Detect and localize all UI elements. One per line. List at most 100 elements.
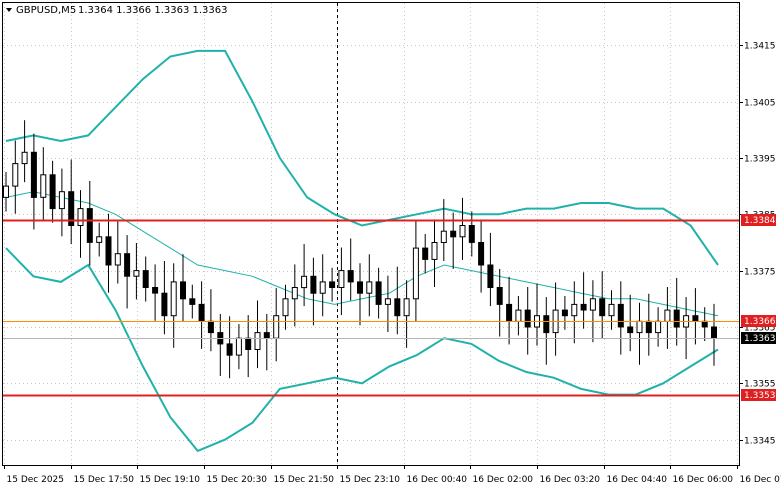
time-tick-label: 15 Dec 19:10 [140,475,201,485]
candle-body-bullish [21,151,28,165]
candle-body-bearish [226,343,233,356]
level-price-tag-label: 1.3353 [744,391,776,401]
candle-body-bearish [506,303,513,322]
price-tick-label: 1.3405 [744,99,776,109]
candle-body-bearish [245,337,252,351]
candle-body-bearish [580,303,587,311]
candle-body-bullish [431,242,438,260]
bid-price-tag-label: 1.3366 [744,317,776,327]
candle-body-bullish [515,309,522,322]
chart-ohlc-values: 1.3364 1.3366 1.3363 1.3363 [78,5,228,16]
candle-body-bearish [310,275,317,294]
candle-body-bullish [3,185,9,198]
candle-body-bearish [105,236,112,266]
price-tick-label: 1.3395 [744,155,776,165]
time-tick-label: 16 Dec 06:00 [673,475,734,485]
candle-body-bearish [86,208,93,243]
time-tick-label: 15 Dec 17:50 [74,475,135,485]
last-price-tag: 1.3363 [741,332,776,344]
candle-body-bullish [114,253,121,266]
candle-body-bearish [673,309,680,328]
candle-body-bearish [478,242,485,266]
candle-body-bearish [543,315,550,334]
candle-body-bearish [422,247,429,260]
candle-body-bullish [459,225,466,238]
candle-body-bullish [403,298,410,317]
candle-body-bullish [301,275,308,289]
candle-body-bearish [375,281,382,305]
candle-body-bearish [263,332,270,339]
candle-body-bearish [701,320,708,328]
candle-body-bullish [338,270,345,289]
chart-symbol-title: GBPUSD,M5 [16,5,76,16]
candle-body-bearish [30,151,37,198]
candle-body-bearish [357,281,363,294]
time-tick-label: 15 Dec 20:30 [207,475,268,485]
candle-body-bearish [189,298,196,305]
price-tick-label: 1.3415 [744,42,776,52]
candle-body-bearish [152,287,159,294]
candle-body-bearish [161,292,168,317]
price-tick-label: 1.3375 [744,268,776,278]
price-tick-label: 1.3355 [744,380,776,390]
candle-body-bullish [96,236,103,243]
time-tick-label: 16 Dec 07:20 [740,475,781,485]
candle-body-bearish [599,298,606,317]
price-tick-label: 1.3345 [744,437,776,447]
candle-body-bullish [235,337,242,356]
candle-body-bullish [282,298,289,317]
candle-body-bearish [180,281,186,300]
candle-body-bearish [617,303,624,328]
candle-body-bearish [49,174,56,210]
candle-body-bullish [40,174,47,198]
candle-body-bullish [77,208,84,227]
time-tick-label: 15 Dec 2025 [7,475,65,485]
candle-body-bearish [124,253,131,277]
last-price-tag-label: 1.3363 [744,334,776,344]
candle-body-bullish [571,303,578,317]
candle-body-bearish [142,270,149,289]
candle-body-bullish [636,320,643,334]
level-price-tag: 1.3353 [741,389,776,401]
candle-body-bearish [450,230,457,238]
candle-body-bullish [254,332,261,351]
candle-body-bearish [645,320,652,334]
candle-body-bullish [291,287,298,300]
candle-body-bullish [664,309,671,322]
candle-body-bearish [198,303,205,322]
candle-body-bearish [487,264,494,288]
time-tick-label: 15 Dec 23:10 [340,475,401,485]
candle-body-bullish [58,191,65,210]
price-axis-background [740,0,781,489]
candle-body-bearish [207,320,214,334]
candle-body-bullish [133,270,140,277]
candle-body-bullish [440,230,447,243]
candle-body-bearish [561,309,568,317]
candle-body-bearish [394,298,401,317]
time-tick-label: 16 Dec 04:40 [607,475,668,485]
candle-body-bullish [384,298,391,305]
candle-body-bearish [347,270,354,283]
time-tick-label: 16 Dec 03:20 [540,475,601,485]
candle-body-bullish [412,247,419,300]
candle-body-bearish [329,281,336,288]
candle-body-bearish [496,287,503,305]
candle-body-bearish [524,309,531,328]
candle-body-bullish [319,281,326,294]
level-price-tag-label: 1.3384 [744,216,776,226]
candle-body-bullish [366,281,373,294]
candle-body-bullish [170,281,177,317]
price-chart[interactable]: 1.34151.34051.33951.33851.33751.33651.33… [0,0,781,489]
bid-price-tag: 1.3366 [741,315,776,327]
time-tick-label: 16 Dec 00:40 [407,475,468,485]
candle-body-bullish [608,303,615,317]
level-price-tag: 1.3384 [741,214,776,226]
candle-body-bearish [711,326,717,339]
time-tick-label: 16 Dec 02:00 [473,475,534,485]
candle-body-bullish [273,315,280,339]
candle-body-bullish [655,320,662,334]
candle-body-bearish [468,225,475,243]
candle-body-bearish [692,315,699,322]
candle-body-bullish [12,163,19,187]
candle-body-bullish [589,298,596,311]
